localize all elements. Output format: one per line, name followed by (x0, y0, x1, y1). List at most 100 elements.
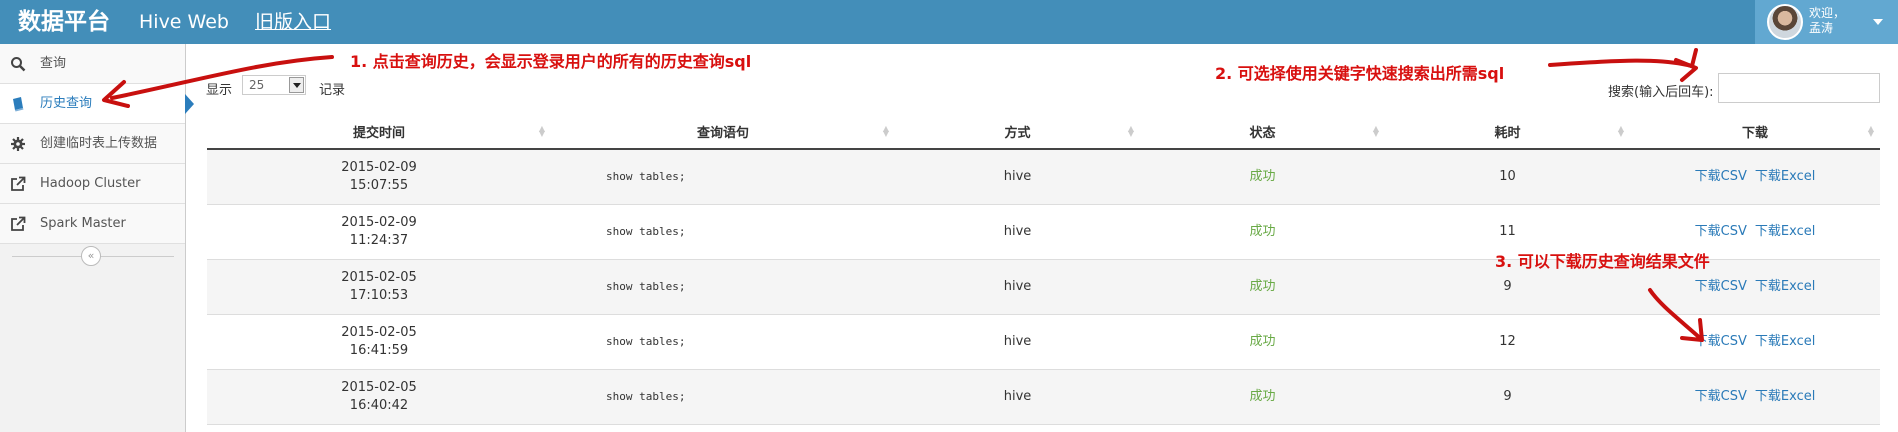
avatar[interactable] (1767, 4, 1803, 40)
column-label: 方式 (1004, 125, 1031, 141)
user-greeting: 欢迎， 孟涛 (1809, 6, 1845, 36)
mode-cell: hive (895, 259, 1140, 315)
chevron-down-icon[interactable] (1873, 19, 1883, 25)
download-cell: 下载CSV 下载Excel (1630, 314, 1880, 370)
submit-date: 2015-02-05 (341, 270, 417, 285)
column-label: 耗时 (1494, 125, 1521, 141)
submit-date: 2015-02-05 (341, 325, 417, 340)
duration-cell: 12 (1385, 314, 1630, 370)
external-link-icon (10, 176, 26, 192)
sidebar-item-label: 查询 (40, 56, 67, 71)
submit-time-cell: 2015-02-05 17:10:53 (207, 259, 551, 315)
column-header-status[interactable]: 状态 ▲ ▼ (1140, 114, 1385, 150)
search-input[interactable] (1718, 73, 1880, 103)
sidebar-item-hadoop-cluster[interactable]: Hadoop Cluster (0, 164, 185, 204)
table-row: 2015-02-05 16:40:42 show tables; hive 成功 … (207, 369, 1880, 425)
table-header-row: 提交时间 ▲ ▼ 查询语句 ▲ ▼ 方式 ▲ ▼ 状态 ▲ ▼ 耗时 ▲ ▼ 下载 ▲ ▼ (207, 114, 1880, 150)
status-cell: 成功 (1140, 204, 1385, 260)
column-header-duration[interactable]: 耗时 ▲ ▼ (1385, 114, 1630, 150)
external-link-icon (10, 216, 26, 232)
table-row: 2015-02-05 16:41:59 show tables; hive 成功 … (207, 314, 1880, 370)
column-label: 查询语句 (696, 125, 749, 141)
submit-date: 2015-02-05 (341, 380, 417, 395)
status-cell: 成功 (1140, 314, 1385, 370)
column-label: 下载 (1741, 125, 1768, 141)
annotation-note-3: 3. 可以下载历史查询结果文件 (1495, 252, 1710, 271)
submit-time: 15:07:55 (349, 178, 409, 193)
annotation-arrow-2 (1548, 48, 1698, 68)
column-header-sql[interactable]: 查询语句 ▲ ▼ (551, 114, 895, 150)
gear-icon (10, 136, 26, 152)
sidebar-item-label: 历史查询 (40, 96, 93, 111)
top-navbar: 数据平台 Hive Web 旧版入口 欢迎， 孟涛 (0, 0, 1898, 44)
user-name: 孟涛 (1809, 21, 1834, 35)
sql-cell: show tables; (551, 369, 895, 425)
sort-icon[interactable]: ▲ ▼ (539, 125, 545, 138)
page-length-select[interactable]: 25 (242, 75, 306, 95)
nav-hive-web[interactable]: Hive Web (139, 9, 229, 35)
records-label: 记录 (319, 83, 346, 98)
user-menu[interactable]: 欢迎， 孟涛 (1755, 0, 1898, 44)
mode-cell: hive (895, 204, 1140, 260)
sort-icon[interactable]: ▲ ▼ (1128, 125, 1134, 138)
download-excel-link[interactable]: 下载Excel (1755, 279, 1815, 294)
submit-time: 11:24:37 (349, 233, 409, 248)
sql-cell: show tables; (551, 149, 895, 205)
status-cell: 成功 (1140, 259, 1385, 315)
active-indicator (185, 94, 194, 114)
sidebar-item-spark-master[interactable]: Spark Master (0, 204, 185, 244)
column-label: 提交时间 (352, 125, 405, 141)
brand-title[interactable]: 数据平台 (18, 5, 110, 39)
sql-cell: show tables; (551, 204, 895, 260)
annotation-note-1: 1. 点击查询历史，会显示登录用户的所有的历史查询sql (350, 52, 752, 71)
show-label: 显示 (206, 83, 233, 98)
search-label: 搜索(输入后回车): (1608, 85, 1714, 100)
sort-icon[interactable]: ▲ ▼ (1373, 125, 1379, 138)
mode-cell: hive (895, 314, 1140, 370)
submit-date: 2015-02-09 (341, 215, 417, 230)
submit-time-cell: 2015-02-05 16:41:59 (207, 314, 551, 370)
book-icon (10, 96, 26, 112)
submit-time: 16:40:42 (349, 398, 409, 413)
download-excel-link[interactable]: 下载Excel (1755, 389, 1815, 404)
collapse-sidebar-icon[interactable]: « (81, 246, 101, 266)
download-csv-link[interactable]: 下载CSV (1695, 224, 1747, 239)
column-header-download[interactable]: 下载 ▲ ▼ (1630, 114, 1880, 150)
annotation-note-2: 2. 可选择使用关键字快速搜索出所需sql (1215, 64, 1505, 83)
search-icon (10, 56, 26, 72)
submit-time-cell: 2015-02-09 15:07:55 (207, 149, 551, 205)
sidebar-item-label: Hadoop Cluster (40, 176, 141, 191)
submit-time: 16:41:59 (349, 343, 409, 358)
sidebar-item-query[interactable]: 查询 (0, 44, 185, 84)
column-header-mode[interactable]: 方式 ▲ ▼ (895, 114, 1140, 150)
sort-icon[interactable]: ▲ ▼ (1618, 125, 1624, 138)
chevron-down-icon[interactable] (289, 77, 304, 93)
download-csv-link[interactable]: 下载CSV (1695, 279, 1747, 294)
download-csv-link[interactable]: 下载CSV (1695, 169, 1747, 184)
status-cell: 成功 (1140, 369, 1385, 425)
download-cell: 下载CSV 下载Excel (1630, 369, 1880, 425)
status-cell: 成功 (1140, 149, 1385, 205)
download-excel-link[interactable]: 下载Excel (1755, 334, 1815, 349)
submit-time-cell: 2015-02-05 16:40:42 (207, 369, 551, 425)
mode-cell: hive (895, 369, 1140, 425)
sort-icon[interactable]: ▲ ▼ (1868, 125, 1874, 138)
mode-cell: hive (895, 149, 1140, 205)
table-row: 2015-02-09 15:07:55 show tables; hive 成功 … (207, 149, 1880, 205)
sidebar-item-label: Spark Master (40, 216, 126, 231)
sql-cell: show tables; (551, 259, 895, 315)
sidebar-item-label: 创建临时表上传数据 (40, 136, 158, 151)
download-csv-link[interactable]: 下载CSV (1695, 334, 1747, 349)
download-excel-link[interactable]: 下载Excel (1755, 224, 1815, 239)
sidebar: 查询 历史查询 创建临时表上传数据 Hadoop Cluster Spark M… (0, 44, 194, 432)
download-excel-link[interactable]: 下载Excel (1755, 169, 1815, 184)
sort-icon[interactable]: ▲ ▼ (883, 125, 889, 138)
download-csv-link[interactable]: 下载CSV (1695, 389, 1747, 404)
submit-time: 17:10:53 (349, 288, 409, 303)
sidebar-item-history[interactable]: 历史查询 (0, 84, 194, 124)
column-header-submit-time[interactable]: 提交时间 ▲ ▼ (207, 114, 551, 150)
greeting-line: 欢迎， (1809, 6, 1846, 20)
sidebar-item-upload[interactable]: 创建临时表上传数据 (0, 124, 185, 164)
duration-cell: 9 (1385, 369, 1630, 425)
nav-old-version-link[interactable]: 旧版入口 (255, 9, 331, 35)
